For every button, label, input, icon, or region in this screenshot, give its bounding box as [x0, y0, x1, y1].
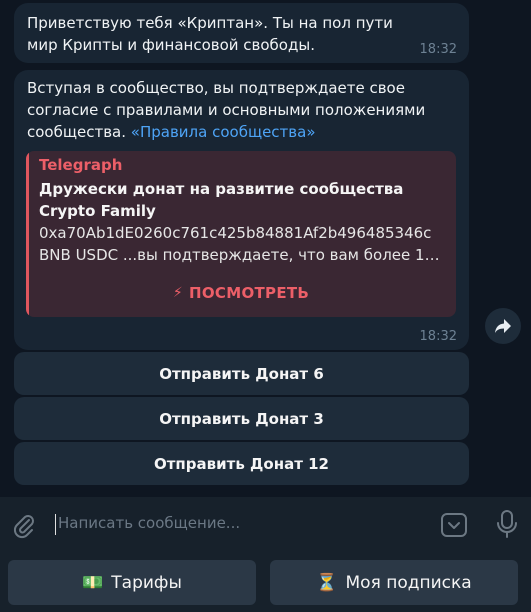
message-time: 18:32 [419, 42, 457, 57]
keyboard-button-label: Тарифы [111, 572, 182, 593]
link-preview[interactable]: Telegraph Дружески донат на развитие соо… [26, 151, 456, 317]
keyboard-button-label: Моя подписка [345, 572, 472, 593]
attach-button[interactable] [10, 511, 38, 543]
message-bubble-welcome[interactable]: Приветствую тебя «Криптан». Ты на пол пу… [14, 3, 469, 63]
hourglass-icon: ⏳ [316, 572, 338, 593]
rules-link[interactable]: «Правила сообщества» [131, 123, 316, 141]
inline-button-donate-12[interactable]: Отправить Донат 12 [14, 442, 469, 485]
paperclip-icon [13, 515, 34, 539]
keyboard-button-my-subscription[interactable]: ⏳ Моя подписка [270, 560, 518, 605]
lightning-icon: ⚡ [172, 285, 183, 301]
inline-button-donate-3[interactable]: Отправить Донат 3 [14, 397, 469, 440]
bot-keyboard-toggle[interactable] [440, 511, 468, 543]
keyboard-toggle-icon [441, 513, 467, 537]
text-caret [55, 514, 56, 535]
voice-record-button[interactable] [494, 509, 520, 543]
preview-line-1: 0xa70Ab1dE0260c761c425b84881Af2b49648534… [39, 224, 432, 242]
chat-history: Приветствую тебя «Криптан». Ты на пол пу… [0, 0, 531, 497]
preview-line-2: BNB USDC ...вы подтверждаете, что вам бо… [39, 246, 449, 264]
inline-button-donate-6[interactable]: Отправить Донат 6 [14, 352, 469, 395]
message-bubble-rules[interactable]: Вступая в сообщество, вы подтверждаете с… [14, 70, 469, 350]
preview-site-name: Telegraph [39, 156, 123, 174]
message-text: Вступая в сообщество, вы подтверждаете с… [27, 77, 457, 143]
reply-keyboard: 💵 Тарифы ⏳ Моя подписка [0, 553, 531, 612]
preview-description: 0xa70Ab1dE0260c761c425b84881Af2b49648534… [39, 222, 449, 266]
keyboard-button-tariffs[interactable]: 💵 Тарифы [8, 560, 256, 605]
preview-view-button[interactable]: ⚡ ПОСМОТРЕТЬ [26, 275, 456, 311]
message-time: 18:32 [419, 329, 457, 344]
share-button[interactable] [485, 308, 521, 344]
message-composer: Написать сообщение... [0, 497, 531, 553]
share-arrow-icon [495, 319, 511, 333]
microphone-icon [497, 510, 517, 538]
preview-view-label: ПОСМОТРЕТЬ [189, 284, 310, 302]
message-input[interactable]: Написать сообщение... [58, 514, 240, 532]
message-text: Приветствую тебя «Криптан». Ты на пол пу… [27, 14, 393, 54]
money-icon: 💵 [82, 572, 104, 593]
preview-title: Дружески донат на развитие сообщества Cr… [39, 180, 404, 220]
